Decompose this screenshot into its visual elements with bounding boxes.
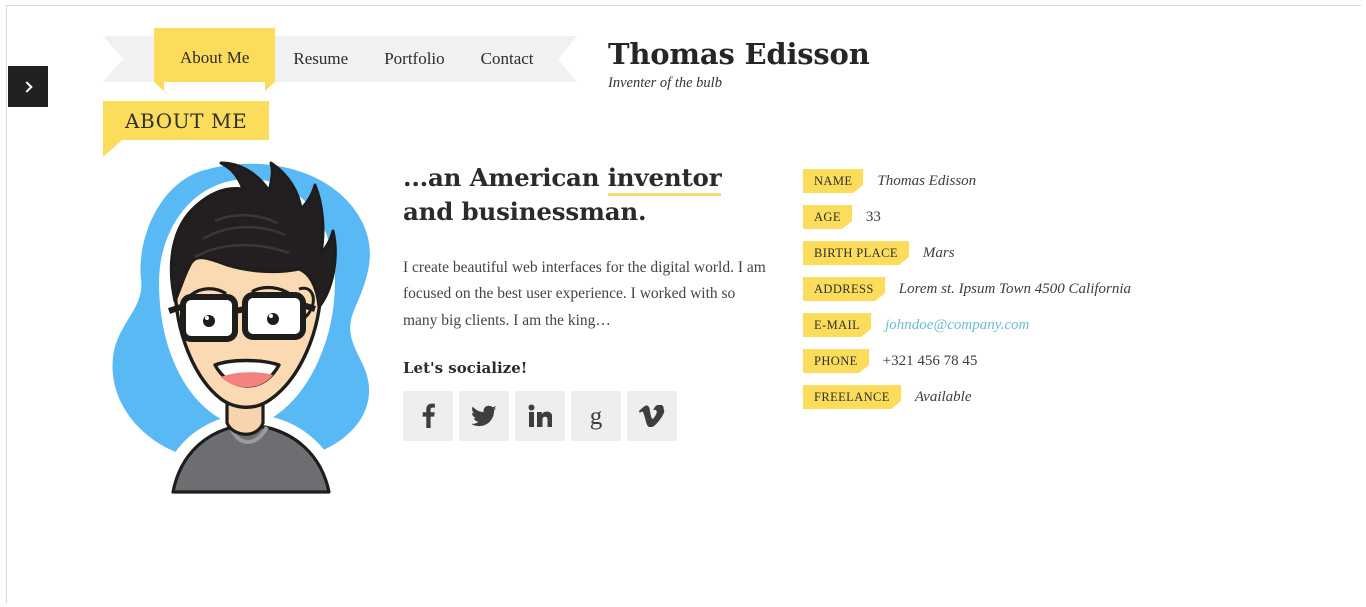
- bio-heading: ...an American inventor and businessman.: [403, 161, 769, 229]
- info-row-address: ADDRESS Lorem st. Ipsum Town 4500 Califo…: [803, 277, 1283, 301]
- info-label: PHONE: [803, 349, 869, 373]
- bio-paragraph: I create beautiful web interfaces for th…: [403, 258, 766, 329]
- nav-item-label: Contact: [480, 49, 534, 68]
- nav-item-label: Resume: [293, 49, 349, 68]
- info-row-email: E-MAIL johndoe@company.com: [803, 313, 1283, 337]
- info-label: FREELANCE: [803, 385, 901, 409]
- nav-item-resume[interactable]: Resume: [275, 36, 366, 82]
- info-row-name: NAME Thomas Edisson: [803, 169, 1283, 193]
- facebook-icon: [422, 403, 435, 428]
- social-links: g: [403, 390, 769, 441]
- info-label: BIRTH PLACE: [803, 241, 909, 265]
- personal-info-list: NAME Thomas Edisson AGE 33 BIRTH PLACE M…: [803, 169, 1283, 421]
- info-label: E-MAIL: [803, 313, 872, 337]
- info-row-phone: PHONE +321 456 78 45: [803, 349, 1283, 373]
- sidebar-toggle-button[interactable]: [8, 66, 48, 107]
- info-row-age: AGE 33: [803, 205, 1283, 229]
- svg-text:g: g: [590, 403, 603, 430]
- info-label: NAME: [803, 169, 864, 193]
- section-banner-title: ABOUT ME: [125, 108, 248, 133]
- info-value: 33: [865, 208, 881, 225]
- avatar-illustration: [112, 161, 370, 498]
- info-row-birth-place: BIRTH PLACE Mars: [803, 241, 1283, 265]
- site-subtitle: Inventer of the bulb: [608, 75, 722, 92]
- bio-heading-part1: ...an American: [403, 163, 608, 192]
- nav-item-label: Portfolio: [384, 49, 445, 68]
- info-value: Available: [914, 388, 972, 405]
- content-frame: About Me Resume Portfolio Contact Thomas…: [6, 5, 1361, 603]
- info-value: Thomas Edisson: [877, 172, 977, 189]
- social-link-vimeo[interactable]: [627, 390, 677, 441]
- linkedin-icon: [528, 404, 552, 427]
- site-identity: Thomas Edisson Inventer of the bulb: [608, 39, 870, 92]
- site-title: Thomas Edisson: [608, 37, 870, 71]
- nav-item-label: About Me: [180, 48, 250, 67]
- bio-heading-highlight: inventor: [607, 163, 722, 196]
- chevron-right-icon: [20, 80, 33, 93]
- nav-item-portfolio[interactable]: Portfolio: [366, 36, 462, 82]
- site-header: About Me Resume Portfolio Contact Thomas…: [7, 6, 1361, 106]
- section-banner: ABOUT ME: [103, 101, 270, 157]
- info-label: ADDRESS: [803, 277, 885, 301]
- avatar: [103, 161, 388, 506]
- twitter-icon: [471, 405, 497, 426]
- social-link-facebook[interactable]: [403, 390, 453, 441]
- email-link[interactable]: johndoe@company.com: [885, 317, 1029, 334]
- page-root: About Me Resume Portfolio Contact Thomas…: [0, 0, 1366, 607]
- nav-ribbon-left-notch: [103, 36, 154, 82]
- info-label: AGE: [803, 205, 852, 229]
- info-value: +321 456 78 45: [882, 352, 978, 369]
- google-icon: g: [590, 403, 603, 430]
- bio-heading-part2: and businessman.: [403, 196, 647, 226]
- info-value: Mars: [922, 244, 955, 261]
- social-link-linkedin[interactable]: [515, 390, 565, 441]
- social-link-twitter[interactable]: [459, 390, 509, 441]
- main-navigation: About Me Resume Portfolio Contact: [103, 28, 552, 91]
- vimeo-icon: [639, 404, 665, 427]
- info-value: Lorem st. Ipsum Town 4500 California: [898, 280, 1132, 297]
- info-row-freelance: FREELANCE Available: [803, 385, 1283, 409]
- nav-item-about-me[interactable]: About Me: [154, 28, 276, 91]
- social-link-google[interactable]: g: [571, 390, 621, 441]
- socialize-label: Let's socialize!: [403, 358, 528, 377]
- nav-item-contact[interactable]: Contact: [463, 36, 552, 82]
- bio-column: ...an American inventor and businessman.…: [403, 161, 769, 441]
